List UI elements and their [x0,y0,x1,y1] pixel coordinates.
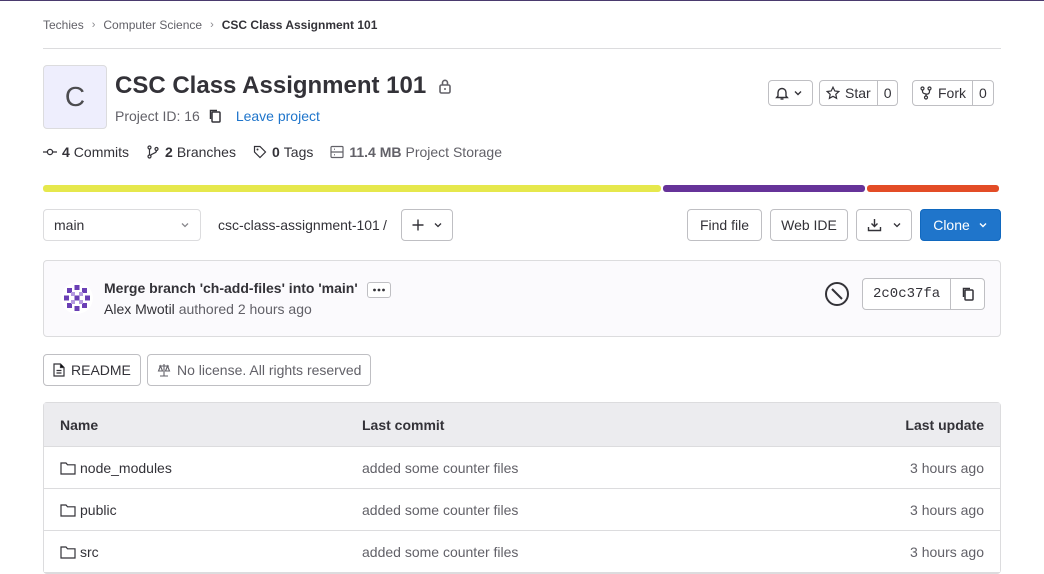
language-segment[interactable] [43,185,661,192]
project-stats: 4 Commits 2 Branches 0 Tags 11.4 MB Proj… [43,144,519,160]
bell-icon [769,81,795,105]
commit-sha[interactable]: 2c0c37fa [863,279,952,309]
storage-stat[interactable]: 11.4 MB Project Storage [330,144,502,160]
chevron-down-icon [893,223,900,228]
commit-title[interactable]: Merge branch 'ch-add-files' into 'main' [104,280,358,296]
fork-icon [920,86,932,100]
file-last-commit[interactable]: added some counter files [362,460,832,476]
last-commit-panel: Merge branch 'ch-add-files' into 'main' … [43,260,1001,337]
table-row[interactable]: src added some counter files 3 hours ago [44,531,1000,573]
ellipsis-icon [373,288,385,292]
breadcrumb: Techies › Computer Science › CSC Class A… [43,17,377,33]
breadcrumb-item-group[interactable]: Techies [43,18,84,32]
web-ide-button[interactable]: Web IDE [770,209,848,241]
path-separator: / [383,217,387,233]
commits-label: Commits [73,144,130,160]
plus-icon [412,219,424,231]
commits-stat[interactable]: 4 Commits [43,144,129,160]
branch-name: main [54,217,85,233]
table-row[interactable]: node_modules added some counter files 3 … [44,447,1000,489]
project-id-row: Project ID: 16 Leave project [115,108,320,124]
star-label: Star [845,85,871,101]
tag-icon [253,145,267,159]
copy-icon[interactable] [951,279,984,309]
file-last-commit[interactable]: added some counter files [362,502,832,518]
commit-author[interactable]: Alex Mwotil [104,301,175,317]
table-header: Name Last commit Last update [44,403,1000,447]
file-name[interactable]: public [80,502,117,518]
leave-project-link[interactable]: Leave project [236,108,320,124]
pipeline-status-icon[interactable] [824,281,850,310]
page-title: CSC Class Assignment 101 [115,72,452,100]
breadcrumb-item-project[interactable]: CSC Class Assignment 101 [222,18,378,32]
folder-icon [60,461,76,475]
chevron-down-icon [181,223,189,228]
storage-size: 11.4 MB [349,144,402,160]
chevron-right-icon: › [210,19,214,31]
commit-sha-group: 2c0c37fa [862,278,985,310]
folder-icon [60,503,76,517]
add-to-tree-button[interactable] [401,209,453,241]
lock-icon [438,78,452,94]
language-segment[interactable] [662,185,865,192]
tags-count: 0 [271,144,280,160]
repository-path[interactable]: csc-class-assignment-101 [218,217,380,233]
commit-icon [43,148,57,156]
scale-icon [157,364,171,377]
branch-icon [147,145,159,159]
column-name: Name [60,416,99,433]
project-id: Project ID: 16 [115,108,200,124]
table-row[interactable]: public added some counter files 3 hours … [44,489,1000,531]
fork-button[interactable]: Fork 0 [912,80,994,106]
readme-label: README [71,362,131,378]
branch-selector[interactable]: main [43,209,201,241]
branches-label: Branches [176,144,236,160]
repository-languages-bar[interactable] [43,185,1001,192]
top-border [0,0,1044,1]
commit-meta: Alex Mwotil authored 2 hours ago [104,301,312,317]
license-label: No license. All rights reserved [177,362,362,378]
file-tree-table: Name Last commit Last update node_module… [43,402,1001,574]
storage-label: Project Storage [405,144,503,160]
download-button[interactable] [856,209,912,241]
author-avatar[interactable] [61,282,93,314]
file-last-update: 3 hours ago [910,459,984,476]
branches-count: 2 [165,144,173,160]
license-button[interactable]: No license. All rights reserved [147,354,372,386]
branches-stat[interactable]: 2 Branches [146,144,236,160]
readme-button[interactable]: README [43,354,141,386]
commits-count: 4 [62,144,70,160]
chevron-right-icon: › [91,19,96,31]
project-avatar[interactable]: C [43,65,107,129]
star-button[interactable]: Star 0 [819,80,899,106]
clone-button[interactable]: Clone [920,209,1001,241]
clone-label: Clone [933,217,970,233]
project-title: CSC Class Assignment 101 [115,72,427,99]
copy-icon[interactable] [208,108,222,124]
file-last-update: 3 hours ago [910,501,984,518]
document-icon [53,363,65,377]
commit-time: authored 2 hours ago [178,301,312,317]
divider [43,48,1001,49]
column-last-update: Last update [905,416,984,433]
chevron-down-icon [979,223,987,228]
find-file-button[interactable]: Find file [687,209,762,241]
star-count[interactable]: 0 [876,81,898,105]
language-segment[interactable] [866,185,999,192]
tags-label: Tags [283,144,314,160]
chevron-down-icon [793,85,803,101]
breadcrumb-item-subgroup[interactable]: Computer Science [103,18,202,32]
toggle-commit-description-button[interactable] [367,282,391,298]
fork-label: Fork [938,85,966,101]
tags-stat[interactable]: 0 Tags [253,144,313,160]
fork-count[interactable]: 0 [972,81,993,105]
storage-icon [330,145,344,159]
star-icon [826,86,840,100]
file-name[interactable]: node_modules [80,460,172,476]
notifications-button[interactable] [768,80,813,106]
download-icon [867,219,881,232]
chevron-down-icon [434,223,442,228]
column-last-commit: Last commit [362,416,445,433]
